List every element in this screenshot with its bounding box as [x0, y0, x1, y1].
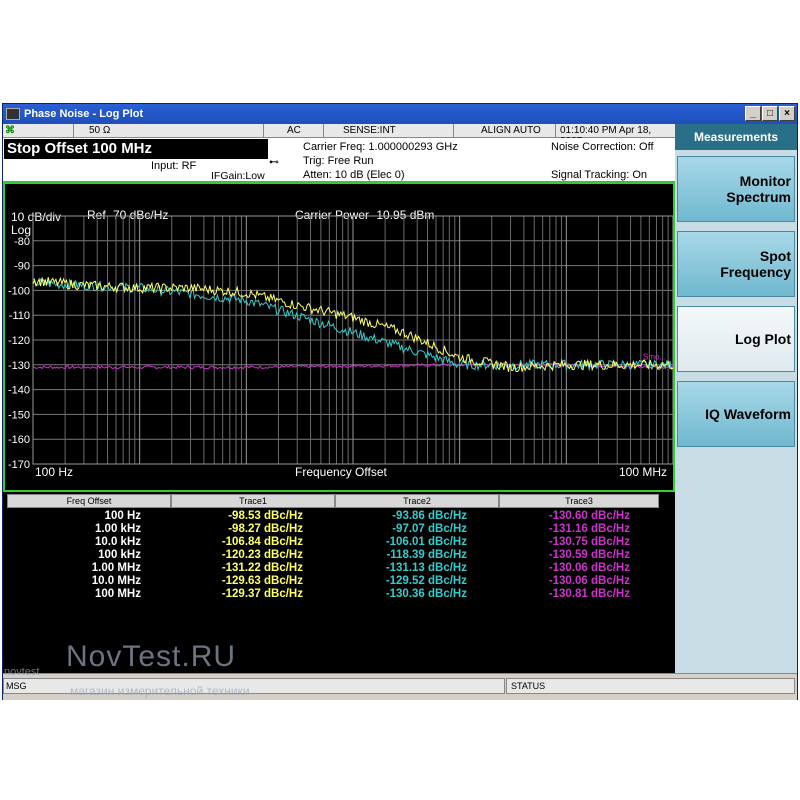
- freq-offset-cell: 100 Hz: [104, 510, 141, 522]
- softkey-monitor-spectrum[interactable]: Monitor Spectrum: [677, 156, 795, 222]
- minimize-button[interactable]: _: [745, 106, 761, 121]
- trace1-cell: -129.37 dBc/Hz: [221, 588, 303, 600]
- coupling: AC: [287, 125, 301, 136]
- atten: Atten: 10 dB (Elec 0): [303, 169, 405, 181]
- maximize-button[interactable]: □: [762, 106, 778, 121]
- stop-offset[interactable]: Stop Offset 100 MHz: [4, 139, 268, 159]
- trace1-cell: -98.53 dBc/Hz: [228, 510, 303, 522]
- noise-correction: Noise Correction: Off: [551, 141, 654, 153]
- sense: SENSE:INT: [343, 125, 396, 136]
- align: ALIGN AUTO: [481, 125, 541, 136]
- trace3-cell: -131.16 dBc/Hz: [548, 523, 630, 535]
- softkey-spot-frequency[interactable]: Spot Frequency: [677, 231, 795, 297]
- freq-offset-cell: 100 MHz: [94, 588, 141, 600]
- y-tick-label: -90: [14, 261, 30, 273]
- title-bar: Phase Noise - Log Plot _ □ ×: [3, 104, 797, 124]
- softkey-iq-waveform[interactable]: IQ Waveform: [677, 381, 795, 447]
- x-axis-label: Frequency Offset: [295, 465, 387, 479]
- freq-offset-cell: 1.00 MHz: [91, 562, 141, 574]
- x-stop: 100 MHz: [619, 465, 668, 479]
- x-start: 100 Hz: [35, 465, 74, 479]
- app-window: Phase Noise - Log Plot _ □ × ⌘ 50 Ω AC S…: [2, 103, 798, 700]
- trace2-cell: -129.52 dBc/Hz: [385, 575, 467, 587]
- y-tick-label: -80: [14, 236, 30, 248]
- freq-offset-cell: 10.0 kHz: [94, 536, 141, 548]
- softkey-label: Frequency: [720, 264, 791, 280]
- header-trace2: Trace2: [335, 494, 499, 508]
- softkey-label: Log Plot: [735, 331, 791, 347]
- freq-offset-cell: 1.00 kHz: [94, 523, 141, 535]
- trace2-cell: -118.39 dBc/Hz: [386, 549, 467, 561]
- trace2-cell: -131.13 dBc/Hz: [385, 562, 467, 574]
- freq-offset-cell: 100 kHz: [98, 549, 141, 561]
- watermark-tagline: магазин измерительной техники: [70, 684, 250, 698]
- rf-icon: ⌘: [5, 125, 15, 136]
- window-title: Phase Noise - Log Plot: [24, 108, 144, 120]
- status-field: STATUS: [506, 678, 795, 694]
- trace1-cell: -106.84 dBc/Hz: [221, 536, 303, 548]
- trace2-cell: -106.01 dBc/Hz: [385, 536, 467, 548]
- trace3-cell: -130.81 dBc/Hz: [548, 588, 630, 600]
- softkey-label: IQ Waveform: [705, 406, 791, 422]
- y-tick-label: -160: [8, 434, 30, 446]
- trace1-cell: -131.22 dBc/Hz: [221, 562, 303, 574]
- y-tick-label: -150: [8, 409, 30, 421]
- status-row: ⌘ 50 Ω AC SENSE:INT ALIGN AUTO 01:10:40 …: [3, 124, 675, 147]
- softkey-log-plot[interactable]: Log Plot: [677, 306, 795, 372]
- info-bar: Stop Offset 100 MHz Input: RF ⊷ IFGain:L…: [3, 138, 675, 182]
- trace2-cell: -130.36 dBc/Hz: [385, 588, 467, 600]
- y-tick-label: -120: [8, 335, 30, 347]
- trace1-cell: -98.27 dBc/Hz: [228, 523, 303, 535]
- y-tick-label: -170: [8, 459, 30, 471]
- app-icon: [6, 108, 20, 120]
- carrier-freq: Carrier Freq: 1.000000293 GHz: [303, 141, 458, 153]
- signal-tracking: Signal Tracking: On: [551, 169, 647, 181]
- freq-offset-cell: 10.0 MHz: [91, 575, 141, 587]
- plot-area[interactable]: 10 dB/div Log Ref -70 dBc/Hz Carrier Pow…: [3, 182, 675, 492]
- softkey-label: Spot: [759, 248, 791, 264]
- input-label: Input: RF: [151, 160, 197, 172]
- header-freq-offset: Freq Offset: [7, 494, 171, 508]
- y-tick-label: -130: [8, 360, 30, 372]
- phase-noise-plot: -80 -90 -100 -110 -120 -130 -140 -150 -160 -170 Sm…: [8, 215, 673, 471]
- softkey-header: Measurements: [675, 124, 797, 150]
- trace3-cell: -130.59 dBc/Hz: [548, 549, 630, 561]
- header-trace1: Trace1: [171, 494, 335, 508]
- impedance: 50 Ω: [89, 125, 111, 136]
- trace3-cell: -130.06 dBc/Hz: [548, 575, 630, 587]
- trace3-cell: -130.60 dBc/Hz: [548, 510, 630, 522]
- trace1-cell: -129.63 dBc/Hz: [221, 575, 303, 587]
- trace2-cell: -97.07 dBc/Hz: [392, 523, 467, 535]
- softkey-label: Spectrum: [726, 189, 791, 205]
- ifgain-label: IFGain:Low: [211, 170, 265, 182]
- trig: Trig: Free Run: [303, 155, 374, 167]
- marker-label: Smo...: [643, 352, 666, 361]
- trace3-cell: -130.75 dBc/Hz: [548, 536, 630, 548]
- trace1-cell: -120.23 dBc/Hz: [221, 549, 303, 561]
- y-tick-label: -110: [9, 310, 30, 322]
- y-tick-label: -140: [8, 385, 30, 397]
- watermark-brand: NovTest.RU: [66, 640, 237, 673]
- softkey-label: Monitor: [739, 173, 791, 189]
- watermark-logo: novtest: [4, 666, 40, 678]
- trace2-cell: -93.86 dBc/Hz: [392, 510, 467, 522]
- close-button[interactable]: ×: [779, 106, 795, 121]
- softkey-panel: Measurements Monitor Spectrum Spot Frequ…: [675, 124, 797, 673]
- trace3-cell: -130.06 dBc/Hz: [548, 562, 630, 574]
- header-trace3: Trace3: [499, 494, 659, 508]
- y-tick-label: -100: [8, 285, 30, 297]
- input-arrow-icon: ⊷: [269, 157, 279, 168]
